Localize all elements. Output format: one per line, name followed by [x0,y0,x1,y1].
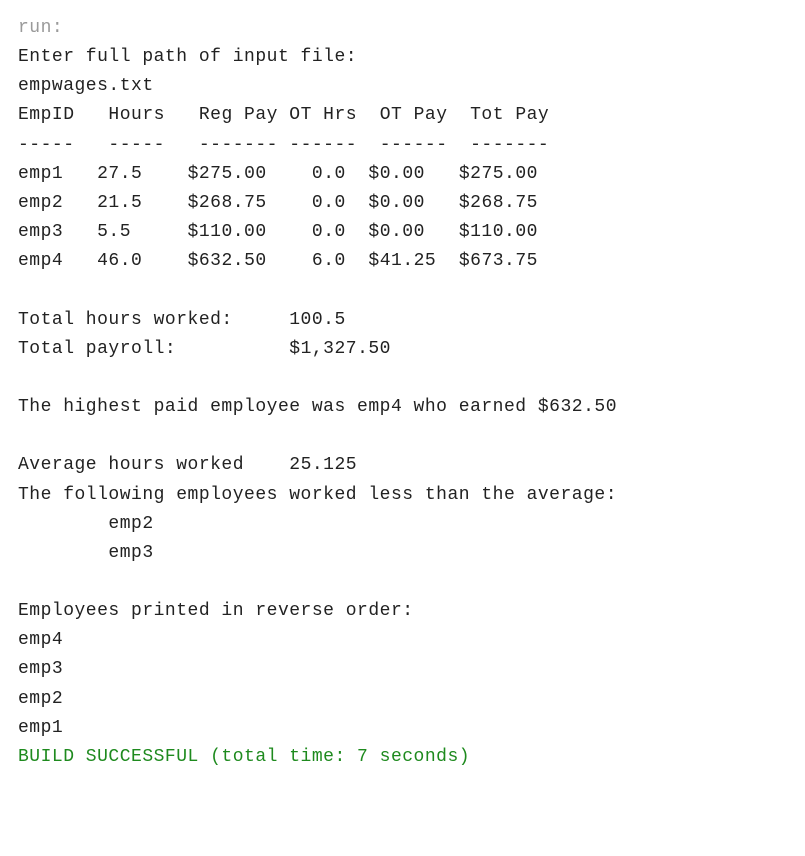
list-item: emp3 [18,659,63,679]
reverse-label: Employees printed in reverse order: [18,601,414,621]
list-item: emp1 [18,718,63,738]
table-row: emp1 27.5 $275.00 0.0 $0.00 $275.00 [18,164,538,184]
prompt-enter-path: Enter full path of input file: [18,47,357,67]
input-file-name: empwages.txt [18,76,154,96]
build-status: BUILD SUCCESSFUL (total time: 7 seconds) [18,747,470,767]
avg-hours-line: Average hours worked 25.125 [18,455,357,475]
table-sep-row: ----- ----- ------- ------ ------ ------… [18,135,549,155]
console-output: run: Enter full path of input file: empw… [0,0,805,786]
run-label: run: [18,18,63,38]
table-row: emp3 5.5 $110.00 0.0 $0.00 $110.00 [18,222,538,242]
list-item: emp2 [18,514,154,534]
below-avg-label: The following employees worked less than… [18,485,617,505]
list-item: emp3 [18,543,154,563]
table-header-row: EmpID Hours Reg Pay OT Hrs OT Pay Tot Pa… [18,105,549,125]
table-row: emp2 21.5 $268.75 0.0 $0.00 $268.75 [18,193,538,213]
table-row: emp4 46.0 $632.50 6.0 $41.25 $673.75 [18,251,538,271]
list-item: emp4 [18,630,63,650]
highest-paid-line: The highest paid employee was emp4 who e… [18,397,617,417]
total-hours-line: Total hours worked: 100.5 [18,310,346,330]
list-item: emp2 [18,689,63,709]
total-payroll-line: Total payroll: $1,327.50 [18,339,391,359]
